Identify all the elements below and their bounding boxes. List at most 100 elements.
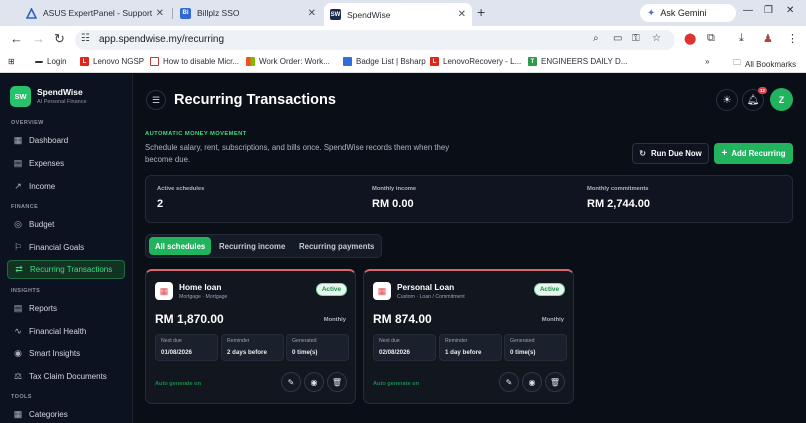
sidebar-item-income[interactable]: ↗ Income <box>7 177 125 196</box>
sidebar-item-recurring-transactions[interactable]: ⇄ Recurring Transactions <box>7 260 125 279</box>
run-due-now-button[interactable]: ↻ Run Due Now <box>632 143 709 164</box>
stat-label: Active schedules <box>157 186 205 192</box>
card-frequency: Monthly <box>323 317 346 323</box>
card-frequency: Monthly <box>541 317 564 323</box>
card-amount: RM 874.00 <box>373 312 432 326</box>
run-now-button[interactable]: ◉ <box>522 372 542 392</box>
restore-icon[interactable]: ❐ <box>764 5 773 16</box>
sidebar-item-label: Financial Health <box>29 327 87 336</box>
stat-label: Monthly income <box>372 186 417 192</box>
tab-title: Billplz SSO <box>197 8 240 18</box>
menu-hamburger-icon[interactable]: ☰ <box>146 90 166 110</box>
address-bar[interactable]: ☷ app.spendwise.my/recurring ⌕ ▭ ⚿ ☆ <box>75 30 675 50</box>
lenovo-logo-icon: L <box>80 57 89 66</box>
bookmark-badge-list[interactable]: Badge List | Bsharp <box>343 57 426 66</box>
card-subtitle: Mortgage · Mortgage <box>179 294 228 300</box>
reload-icon[interactable]: ↻ <box>54 32 65 46</box>
close-window-icon[interactable]: ✕ <box>786 5 794 16</box>
sidebar-item-label: Categories <box>29 410 68 419</box>
sidebar-item-reports[interactable]: ▤ Reports <box>7 299 125 318</box>
sidebar-item-smart-insights[interactable]: ◉ Smart Insights <box>7 344 125 363</box>
download-icon[interactable]: ⤓ <box>739 32 744 45</box>
bookmark-label: Lenovo NGSP <box>93 57 145 66</box>
more-bookmarks-icon[interactable]: » <box>705 57 709 66</box>
page-icon <box>150 57 159 66</box>
forward-icon[interactable]: → <box>32 32 45 46</box>
bookmark-disable-micr[interactable]: How to disable Micr... <box>150 57 239 66</box>
zoom-icon[interactable]: ⌕ <box>593 33 599 44</box>
income-icon: ↗ <box>14 181 22 191</box>
close-icon[interactable]: ✕ <box>308 8 316 19</box>
budget-icon: ◎ <box>14 219 22 229</box>
dashboard-icon: ▦ <box>13 135 23 145</box>
auto-generate-label: Auto generate on <box>155 381 201 387</box>
password-key-icon[interactable]: ⚿ <box>632 33 640 44</box>
card-amount: RM 1,870.00 <box>155 312 224 326</box>
browser-tab-billplz[interactable]: Bi Billplz SSO ✕ <box>174 3 322 23</box>
section-finance: FINANCE <box>11 204 39 210</box>
edit-button[interactable]: ✎ <box>499 372 519 392</box>
new-tab-icon[interactable]: + <box>477 4 485 20</box>
minimize-icon[interactable]: — <box>743 5 753 16</box>
bookmark-work-order[interactable]: Work Order: Work... <box>246 57 330 66</box>
gemini-sparkle-icon: ✦ <box>647 7 656 19</box>
brand[interactable]: SW SpendWise AI Personal Finance <box>10 86 87 107</box>
browser-tab-spendwise[interactable]: SW SpendWise ✕ <box>324 3 472 26</box>
brand-logo: SW <box>10 86 31 107</box>
sidebar-item-label: Expenses <box>29 159 65 168</box>
notifications-button[interactable]: 🔔︎ 12 <box>742 87 767 111</box>
bookmark-label: ENGINEERS DAILY D... <box>541 57 628 66</box>
sidebar-item-financial-health[interactable]: ∿ Financial Health <box>7 322 125 341</box>
close-icon[interactable]: ✕ <box>156 8 164 19</box>
tax-icon: ⚖ <box>13 371 23 381</box>
bookmark-star-icon[interactable]: ☆ <box>652 33 661 44</box>
bookmarks-bar: ⊞ Login L Lenovo NGSP How to disable Mic… <box>0 53 806 73</box>
add-recurring-button[interactable]: + Add Recurring <box>714 143 793 164</box>
insights-icon: ◉ <box>14 348 22 358</box>
sidebar-item-expenses[interactable]: ▤ Expenses <box>7 154 125 173</box>
bookmark-login[interactable]: Login <box>35 57 67 66</box>
bookmark-engineers-daily[interactable]: T ENGINEERS DAILY D... <box>528 57 627 66</box>
extension-shield-icon[interactable]: ⬤ <box>684 32 696 45</box>
sidebar-item-budget[interactable]: ◎ Budget <box>7 215 125 234</box>
calendar-icon: ▦ <box>155 282 173 300</box>
box-label: Generated <box>292 338 317 344</box>
browser-tab-asus[interactable]: ASUS ExpertPanel - Support ✕ <box>20 3 170 23</box>
stat-active-schedules: Active schedules 2 <box>157 186 204 210</box>
back-icon[interactable]: ← <box>10 32 23 46</box>
tab-all-schedules[interactable]: All schedules <box>149 237 212 255</box>
menu-kebab-icon[interactable]: ⋮ <box>787 32 798 45</box>
tab-recurring-payments[interactable]: Recurring payments <box>293 237 380 255</box>
tab-title: SpendWise <box>347 9 391 20</box>
play-circle-icon: ◉ <box>310 377 318 387</box>
sidebar-item-categories[interactable]: ▦ Categories <box>7 405 125 423</box>
site-info-icon[interactable]: ☷ <box>81 33 90 44</box>
close-icon[interactable]: ✕ <box>458 9 466 20</box>
theme-toggle-button[interactable]: ☀ <box>716 89 738 111</box>
apps-grid-icon[interactable]: ⊞ <box>8 57 15 66</box>
extensions-puzzle-icon[interactable]: ⧉ <box>707 32 715 45</box>
reminder-box: Reminder 1 day before <box>439 334 502 361</box>
card-title: Home loan <box>179 282 222 292</box>
avatar[interactable]: Z <box>770 88 793 111</box>
cast-icon[interactable]: ▭ <box>613 33 622 44</box>
sidebar-item-tax-claim-documents[interactable]: ⚖ Tax Claim Documents <box>7 367 125 386</box>
delete-button[interactable]: 🗑︎ <box>327 372 347 392</box>
section-kicker: AUTOMATIC MONEY MOVEMENT <box>145 131 247 137</box>
ask-gemini-button[interactable]: ✦ Ask Gemini <box>640 4 736 22</box>
sidebar-item-dashboard[interactable]: ▦ Dashboard <box>7 131 125 150</box>
run-now-button[interactable]: ◉ <box>304 372 324 392</box>
sidebar-item-label: Budget <box>29 220 55 229</box>
edit-button[interactable]: ✎ <box>281 372 301 392</box>
profile-icon[interactable]: ♟ <box>763 32 773 45</box>
delete-button[interactable]: 🗑︎ <box>545 372 565 392</box>
sidebar-item-financial-goals[interactable]: ⚐ Financial Goals <box>7 238 125 257</box>
bookmark-lenovo-recovery[interactable]: L LenovoRecovery - L... <box>430 57 521 66</box>
all-bookmarks-button[interactable]: 🗀 All Bookmarks <box>733 57 796 71</box>
calendar-icon: ▦ <box>373 282 391 300</box>
bookmark-lenovo-ngsp[interactable]: L Lenovo NGSP <box>80 57 144 66</box>
main-content: ☰ Recurring Transactions ☀ 🔔︎ 12 Z AUTOM… <box>134 74 806 423</box>
tab-recurring-income[interactable]: Recurring income <box>213 237 291 255</box>
sidebar-item-label: Recurring Transactions <box>30 265 113 274</box>
sidebar: SW SpendWise AI Personal Finance OVERVIE… <box>0 74 133 423</box>
